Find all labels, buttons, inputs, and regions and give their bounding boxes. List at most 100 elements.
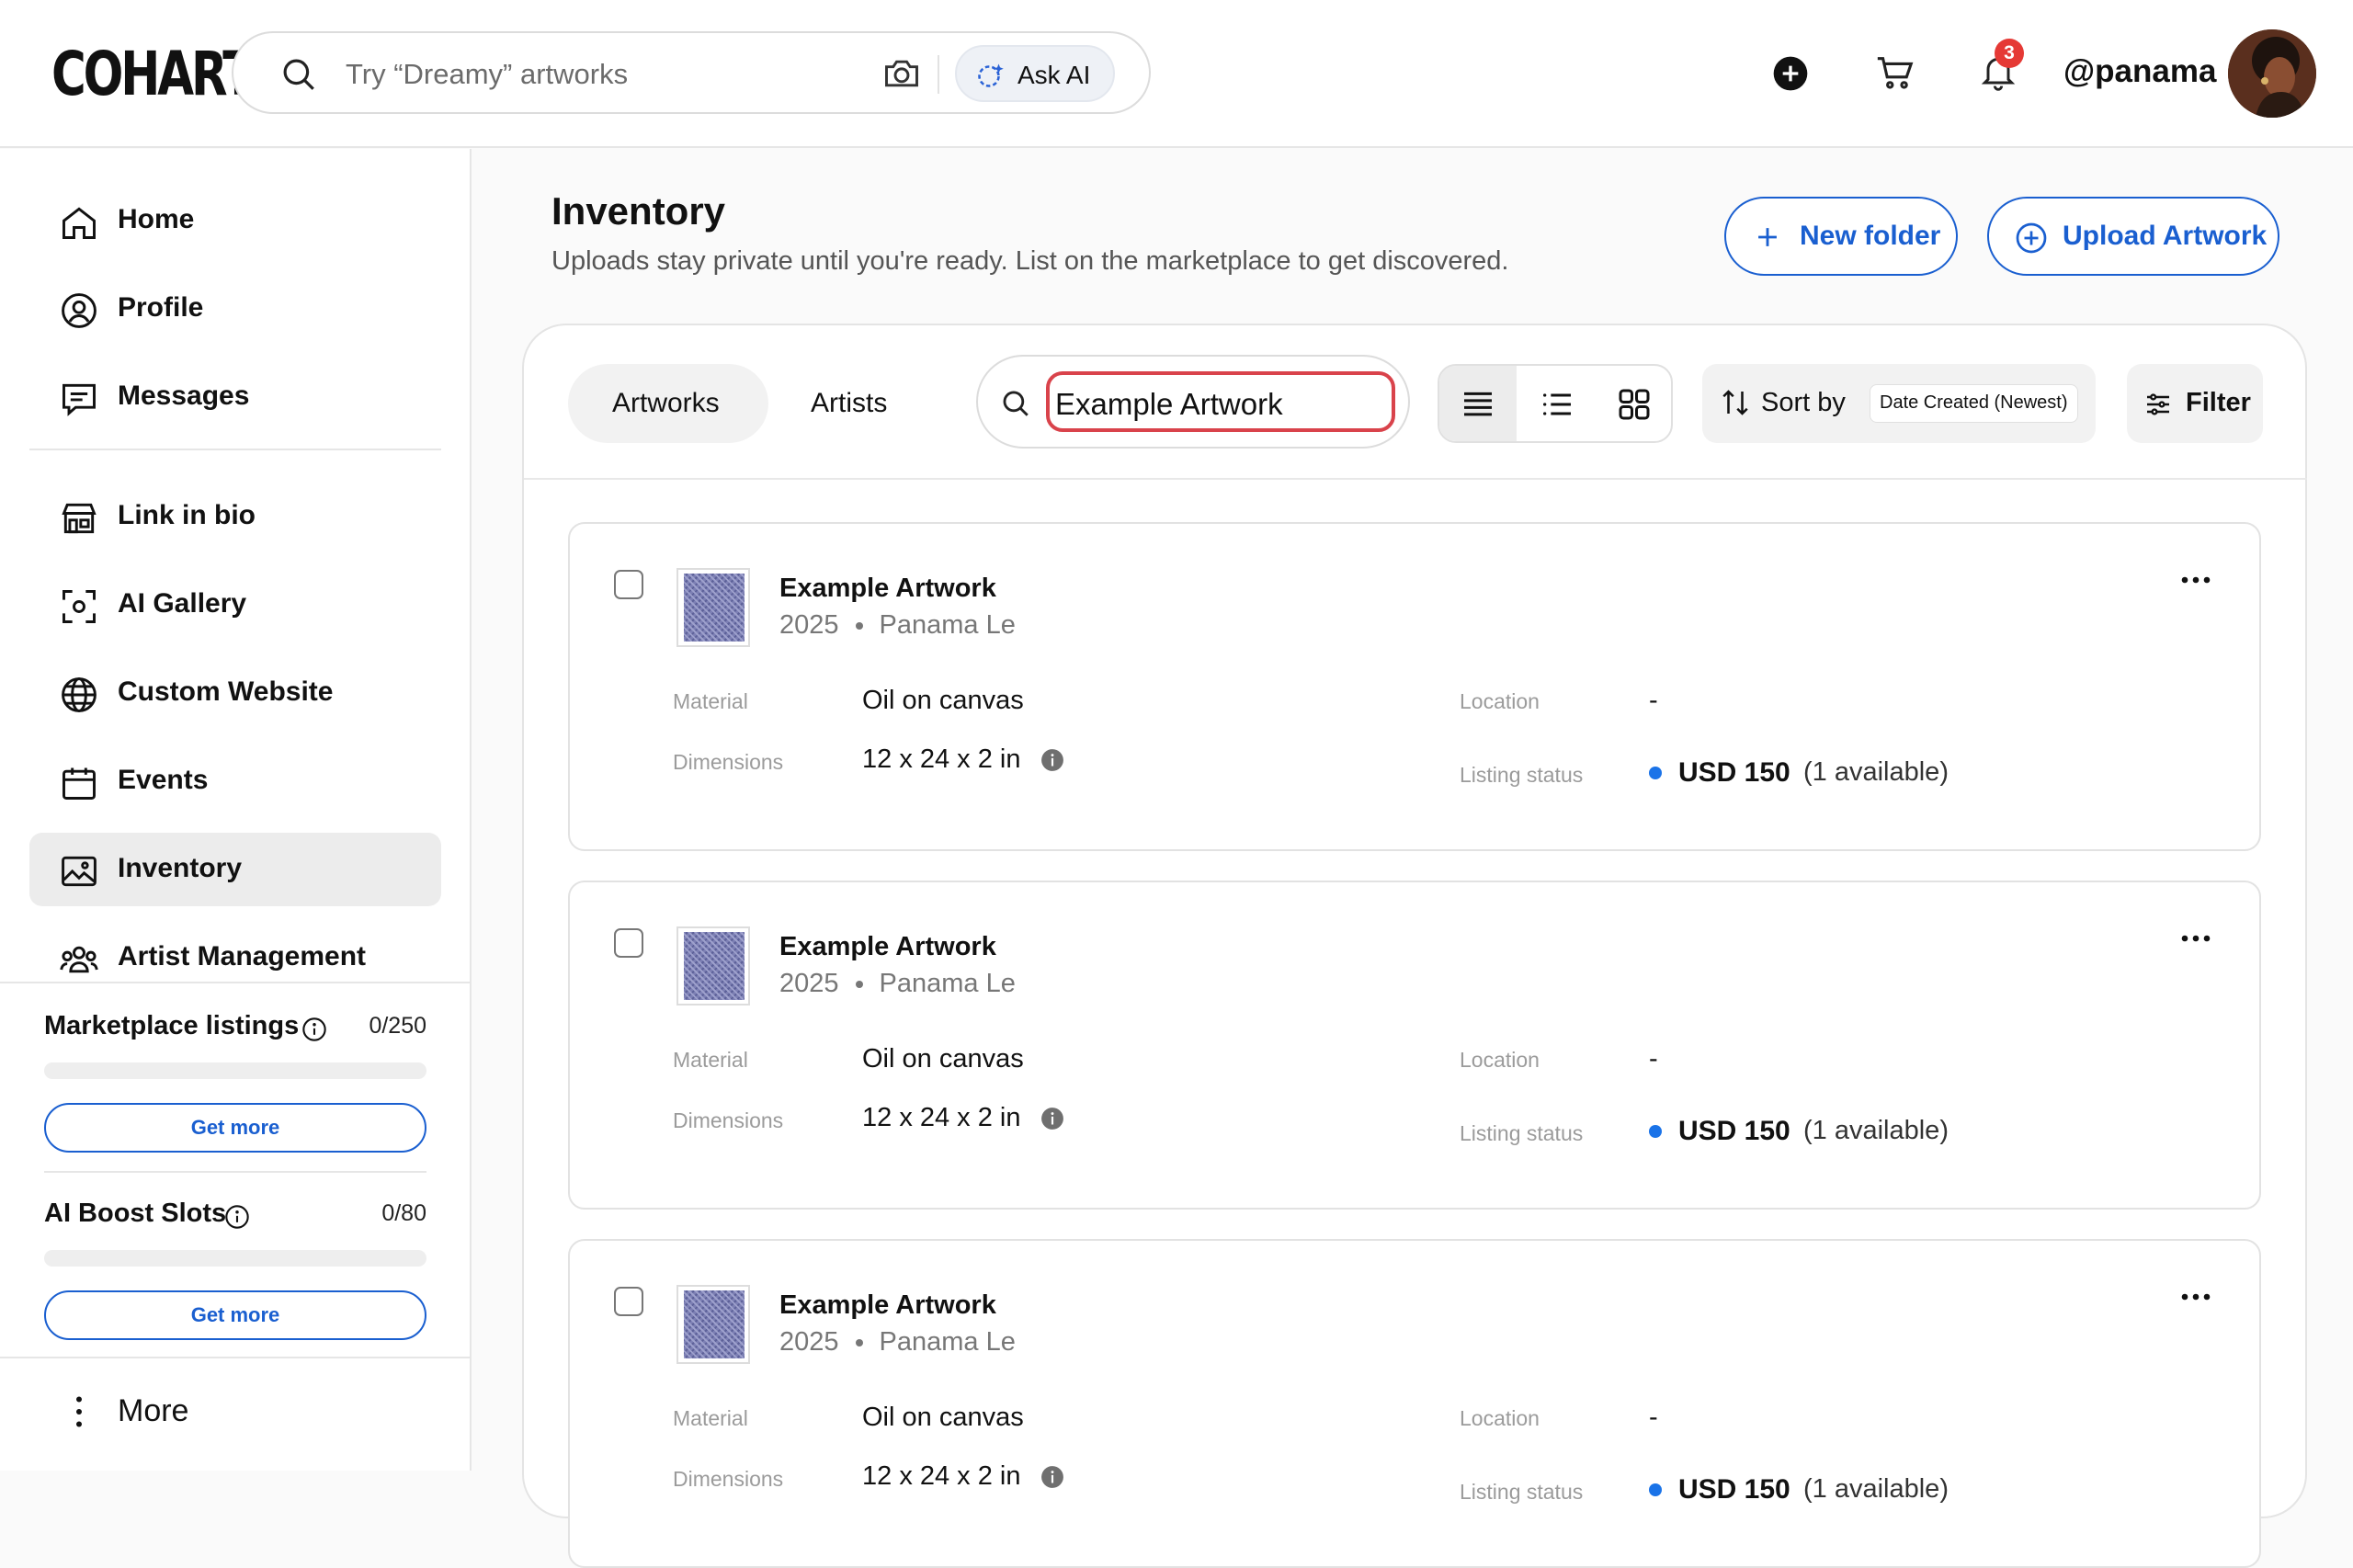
- get-more-ai-boost-button[interactable]: Get more: [44, 1290, 426, 1340]
- artwork-title[interactable]: Example Artwork: [779, 932, 996, 962]
- listing-status-label: Listing status: [1460, 1480, 1584, 1504]
- sidebar-item-label: Home: [118, 204, 195, 234]
- new-folder-button[interactable]: New folder: [1724, 197, 1958, 276]
- more-horizontal-icon[interactable]: [2180, 575, 2211, 585]
- more-horizontal-icon[interactable]: [2180, 934, 2211, 943]
- info-filled-icon[interactable]: [1040, 1107, 1064, 1131]
- listing-price[interactable]: USD 150: [1678, 757, 1790, 789]
- info-filled-icon[interactable]: [1040, 748, 1064, 772]
- cart-icon[interactable]: [1873, 51, 1917, 94]
- add-circle-icon[interactable]: [1772, 55, 1809, 92]
- tab-label: Artists: [811, 388, 888, 418]
- sidebar-divider: [0, 982, 470, 983]
- tab-artists[interactable]: Artists: [774, 364, 936, 443]
- artwork-meta: 2025 Panama Le: [779, 610, 1016, 641]
- list-view-button[interactable]: [1518, 366, 1596, 441]
- location-value: -: [1649, 1044, 1658, 1074]
- sidebar-item-label: Events: [118, 765, 209, 795]
- dimensions-label: Dimensions: [673, 750, 784, 774]
- sidebar-item-events[interactable]: Events: [29, 744, 441, 818]
- ai-boost-slots-label: AI Boost Slots: [44, 1199, 227, 1228]
- artwork-card[interactable]: Example Artwork 2025 Panama Le Material O…: [568, 1239, 2261, 1568]
- info-icon[interactable]: [301, 1017, 327, 1042]
- artwork-thumbnail[interactable]: [676, 1285, 750, 1364]
- artwork-meta: 2025 Panama Le: [779, 969, 1016, 999]
- listing-price[interactable]: USD 150: [1678, 1116, 1790, 1147]
- sidebar-item-link-in-bio[interactable]: Link in bio: [29, 480, 441, 553]
- artwork-image: [684, 932, 745, 1000]
- search-divider: [938, 55, 939, 94]
- upload-artwork-button[interactable]: Upload Artwork: [1987, 197, 2279, 276]
- artwork-thumbnail[interactable]: [676, 568, 750, 647]
- artwork-image: [684, 574, 745, 642]
- info-filled-icon[interactable]: [1040, 1465, 1064, 1489]
- status-dot: [1649, 1125, 1662, 1138]
- calendar-icon: [59, 763, 99, 803]
- compact-list-view-button[interactable]: [1439, 366, 1517, 441]
- artwork-card[interactable]: Example Artwork 2025 Panama Le Material O…: [568, 881, 2261, 1210]
- tab-label: Artworks: [612, 388, 720, 418]
- inventory-search-input[interactable]: Example Artwork: [1046, 371, 1395, 432]
- upload-artwork-label: Upload Artwork: [2063, 221, 2268, 251]
- sidebar-item-artist-management[interactable]: Artist Management: [29, 921, 441, 994]
- artwork-year: 2025: [779, 1327, 839, 1357]
- avatar[interactable]: [2228, 29, 2316, 118]
- ai-boost-slots-quota: AI Boost Slots 0/80 Get more: [44, 1199, 426, 1355]
- ask-ai-button[interactable]: Ask AI: [955, 45, 1115, 102]
- location-label: Location: [1460, 689, 1540, 713]
- more-menu-label[interactable]: More: [118, 1393, 188, 1429]
- ai-boost-slots-count: 0/80: [381, 1200, 426, 1226]
- search-input-value: Example Artwork: [1055, 387, 1283, 421]
- ai-boost-slots-progress: [44, 1250, 426, 1267]
- sidebar-item-profile[interactable]: Profile: [29, 272, 441, 346]
- more-horizontal-icon[interactable]: [2180, 1292, 2211, 1301]
- artwork-title[interactable]: Example Artwork: [779, 574, 996, 604]
- select-checkbox[interactable]: [614, 928, 643, 958]
- artwork-image: [684, 1290, 745, 1358]
- material-label: Material: [673, 689, 748, 713]
- messages-icon: [59, 379, 99, 419]
- artwork-meta: 2025 Panama Le: [779, 1327, 1016, 1358]
- filter-button[interactable]: Filter: [2127, 364, 2263, 443]
- tab-artworks[interactable]: Artworks: [568, 364, 768, 443]
- location-value: -: [1649, 1403, 1658, 1432]
- cohart-logo[interactable]: COHART: [51, 42, 255, 107]
- global-search[interactable]: Try “Dreamy” artworks Ask AI: [232, 31, 1151, 114]
- sidebar-item-inventory[interactable]: Inventory: [29, 833, 441, 906]
- select-checkbox[interactable]: [614, 1287, 643, 1316]
- artwork-card[interactable]: Example Artwork 2025 Panama Le Material O…: [568, 522, 2261, 851]
- profile-icon: [59, 290, 99, 331]
- new-folder-label: New folder: [1800, 221, 1941, 251]
- availability-text: (1 available): [1803, 1474, 1949, 1504]
- username[interactable]: @panama: [2063, 53, 2216, 90]
- sidebar-item-ai-gallery[interactable]: AI Gallery: [29, 568, 441, 642]
- info-icon[interactable]: [224, 1204, 250, 1230]
- more-vertical-icon[interactable]: [72, 1395, 86, 1428]
- sidebar-item-messages[interactable]: Messages: [29, 360, 441, 434]
- listing-price[interactable]: USD 150: [1678, 1474, 1790, 1506]
- sidebar-item-home[interactable]: Home: [29, 184, 441, 257]
- select-checkbox[interactable]: [614, 570, 643, 599]
- inventory-search[interactable]: Example Artwork: [976, 355, 1410, 449]
- ask-ai-label: Ask AI: [1017, 61, 1091, 89]
- search-placeholder[interactable]: Try “Dreamy” artworks: [346, 58, 628, 91]
- sliders-icon: [2143, 390, 2173, 419]
- sidebar-item-label: Artist Management: [118, 941, 367, 971]
- top-header: COHART Try “Dreamy” artworks Ask AI 3 @p…: [0, 0, 2353, 148]
- get-more-listings-button[interactable]: Get more: [44, 1103, 426, 1153]
- separator-dot: [855, 622, 863, 631]
- sort-control[interactable]: Sort by Date Created (Newest): [1702, 364, 2096, 443]
- plus-icon: [1752, 222, 1783, 253]
- sort-select[interactable]: Date Created (Newest): [1870, 384, 2078, 423]
- globe-icon: [59, 675, 99, 715]
- grid-view-button[interactable]: [1596, 366, 1671, 441]
- page-subtitle: Uploads stay private until you're ready.…: [551, 246, 1509, 276]
- artwork-thumbnail[interactable]: [676, 926, 750, 1006]
- listing-status-label: Listing status: [1460, 763, 1584, 787]
- artwork-year: 2025: [779, 610, 839, 640]
- camera-icon[interactable]: [881, 53, 923, 94]
- storefront-icon: [59, 498, 99, 539]
- filter-label: Filter: [2186, 388, 2251, 417]
- sidebar-item-custom-website[interactable]: Custom Website: [29, 656, 441, 730]
- artwork-title[interactable]: Example Artwork: [779, 1290, 996, 1321]
